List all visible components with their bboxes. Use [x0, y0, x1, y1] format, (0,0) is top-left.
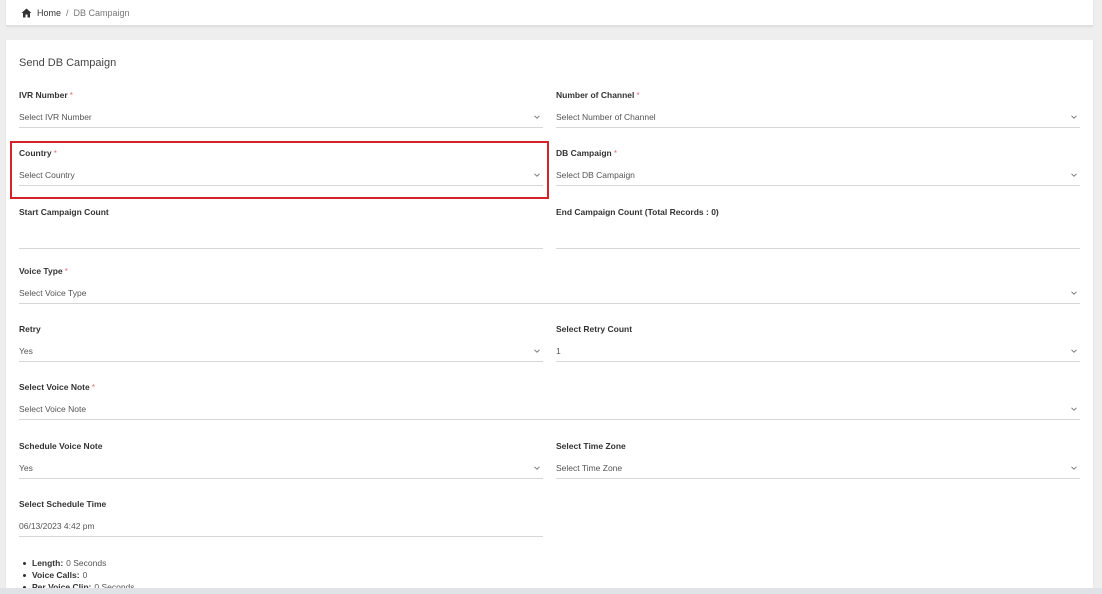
start-campaign-count-input[interactable] — [19, 224, 543, 249]
info-key: Voice Calls: — [32, 570, 80, 580]
retry-select[interactable]: Yes — [19, 341, 543, 362]
voice-note-value: Select Voice Note — [19, 404, 87, 414]
home-icon[interactable] — [21, 8, 32, 18]
retry-count-label: Select Retry Count — [556, 324, 633, 334]
chevron-down-icon — [1070, 289, 1078, 297]
voice-note-select[interactable]: Select Voice Note — [19, 399, 1080, 420]
number-of-channel-value: Select Number of Channel — [556, 112, 656, 122]
chevron-down-icon — [533, 464, 541, 472]
ivr-number-label: IVR Number * — [19, 90, 73, 100]
chevron-down-icon — [1070, 347, 1078, 355]
chevron-down-icon — [1070, 464, 1078, 472]
chevron-down-icon — [1070, 405, 1078, 413]
number-of-channel-select[interactable]: Select Number of Channel — [556, 107, 1080, 128]
end-campaign-count-input[interactable] — [556, 224, 1080, 249]
schedule-time-label: Select Schedule Time — [19, 499, 107, 509]
time-zone-label: Select Time Zone — [556, 441, 626, 451]
list-item: Voice Calls: 0 — [23, 569, 135, 581]
country-highlight-box — [10, 141, 549, 199]
voice-type-label: Voice Type * — [19, 266, 68, 276]
retry-count-select[interactable]: 1 — [556, 341, 1080, 362]
chevron-down-icon — [533, 347, 541, 355]
number-of-channel-label: Number of Channel * — [556, 90, 640, 100]
list-item: Length: 0 Seconds — [23, 557, 135, 569]
required-marker: * — [64, 266, 68, 276]
retry-value: Yes — [19, 346, 33, 356]
voice-type-value: Select Voice Type — [19, 288, 87, 298]
time-zone-select[interactable]: Select Time Zone — [556, 458, 1080, 479]
bullet — [23, 573, 26, 577]
schedule-voice-note-select[interactable]: Yes — [19, 458, 543, 479]
schedule-voice-note-label: Schedule Voice Note — [19, 441, 103, 451]
voice-note-label: Select Voice Note * — [19, 382, 96, 392]
chevron-down-icon — [1070, 113, 1078, 121]
start-campaign-count-label: Start Campaign Count — [19, 207, 109, 217]
schedule-voice-note-value: Yes — [19, 463, 33, 473]
info-key: Length: — [32, 558, 64, 568]
breadcrumb-home-link[interactable]: Home — [37, 8, 61, 18]
required-marker: * — [69, 90, 73, 100]
info-value: 0 Seconds — [66, 558, 107, 568]
db-campaign-value: Select DB Campaign — [556, 170, 635, 180]
time-zone-value: Select Time Zone — [556, 463, 623, 473]
retry-count-value: 1 — [556, 346, 561, 356]
bullet — [23, 561, 26, 565]
db-campaign-select[interactable]: Select DB Campaign — [556, 165, 1080, 186]
bottom-scroll-edge — [0, 588, 1102, 594]
info-value: 0 — [82, 570, 88, 580]
campaign-form-card: Send DB Campaign IVR Number * Select IVR … — [6, 40, 1093, 594]
ivr-number-value: Select IVR Number — [19, 112, 92, 122]
required-marker: * — [613, 148, 618, 158]
breadcrumb-separator: / — [66, 7, 69, 18]
ivr-number-select[interactable]: Select IVR Number — [19, 107, 543, 128]
chevron-down-icon — [533, 113, 541, 121]
voice-type-select[interactable]: Select Voice Type — [19, 283, 1080, 304]
required-marker: * — [636, 90, 640, 100]
required-marker: * — [91, 382, 96, 392]
retry-label: Retry — [19, 324, 41, 334]
schedule-time-input[interactable]: 06/13/2023 4:42 pm — [19, 516, 543, 537]
end-campaign-count-label: End Campaign Count (Total Records : 0) — [556, 207, 719, 217]
db-campaign-label: DB Campaign * — [556, 148, 618, 158]
page-title: Send DB Campaign — [19, 57, 117, 69]
breadcrumb: Home / DB Campaign — [6, 0, 1093, 26]
breadcrumb-current: DB Campaign — [73, 7, 130, 18]
chevron-down-icon — [1070, 171, 1078, 179]
schedule-time-value: 06/13/2023 4:42 pm — [19, 521, 95, 531]
